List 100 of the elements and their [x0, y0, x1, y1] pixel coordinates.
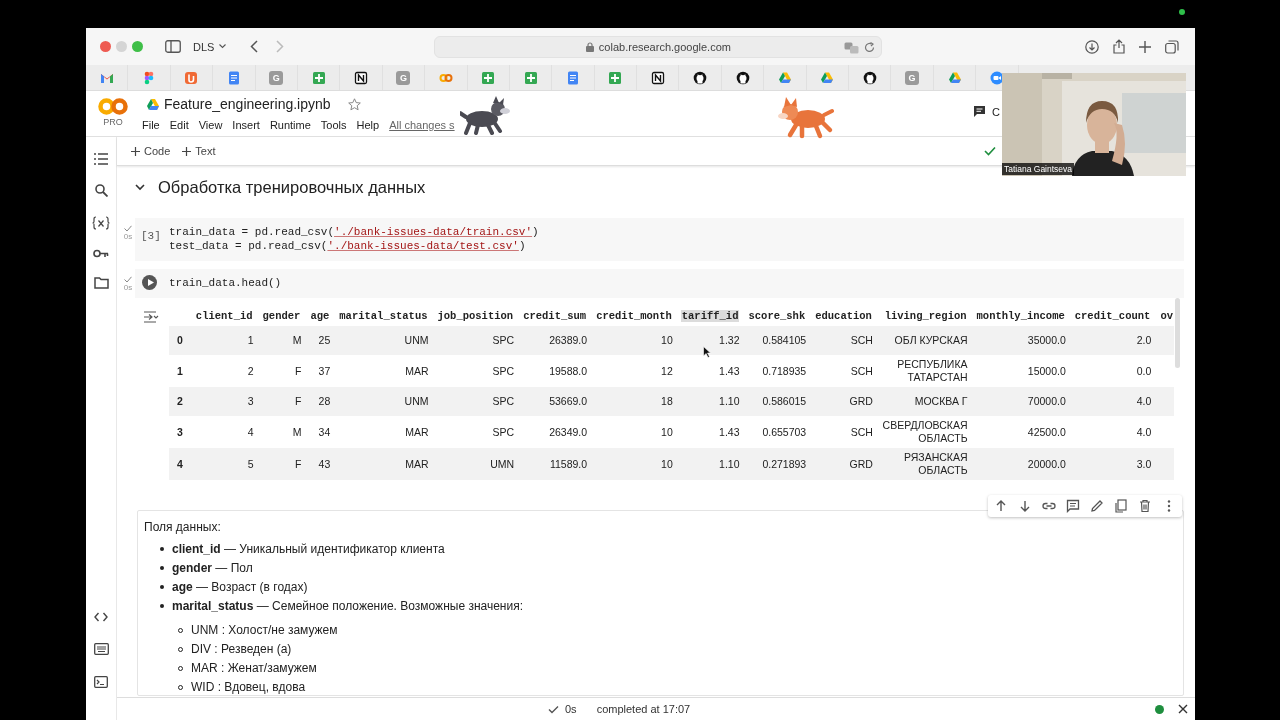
variables-icon[interactable]: [92, 216, 110, 230]
list-item: marital_status — Семейное положение. Возможные значения:: [172, 598, 524, 614]
reload-icon[interactable]: [864, 42, 876, 53]
share-icon[interactable]: [1113, 39, 1125, 54]
address-bar[interactable]: colab.research.google.com: [434, 35, 883, 58]
drive-icon[interactable]: [947, 70, 962, 85]
delete-icon[interactable]: [1138, 499, 1152, 513]
table-cell: SPC: [492, 364, 515, 377]
table-cell: 1.10: [719, 395, 740, 407]
table-cell: SPC: [492, 395, 515, 407]
comment-icon[interactable]: [1066, 499, 1080, 513]
move-down-icon[interactable]: [1018, 499, 1032, 513]
column-header: monthly_income: [975, 310, 1066, 322]
table-cell: 3: [247, 395, 254, 407]
notion-icon[interactable]: [354, 70, 369, 85]
table-cell: 1: [247, 334, 254, 346]
list-item: MAR : Женат/замужем: [191, 660, 317, 676]
spreadsheet-icon[interactable]: [608, 70, 623, 85]
menu-item[interactable]: Help: [351, 117, 385, 133]
back-icon[interactable]: [250, 40, 259, 53]
table-cell: 35000.0: [1027, 334, 1066, 346]
plus-icon: [131, 146, 140, 156]
table-cell: 28: [318, 395, 331, 407]
notebook-title[interactable]: Feature_engineering.ipynb: [164, 96, 331, 112]
column-header: score_shk: [747, 310, 807, 322]
table-cell: 0.586015: [762, 395, 807, 407]
code-icon[interactable]: [94, 612, 108, 622]
comments-button[interactable]: C: [992, 105, 1000, 118]
document-icon[interactable]: [226, 70, 241, 85]
collapse-chevron-icon[interactable]: [135, 182, 145, 192]
add-cell-button[interactable]: Code: [127, 143, 175, 159]
drive-icon[interactable]: [777, 70, 792, 85]
menu-item[interactable]: Insert: [227, 117, 265, 133]
colab-logo-icon[interactable]: [98, 98, 128, 115]
table-cell: 1.43: [719, 364, 740, 377]
move-up-icon[interactable]: [994, 499, 1008, 513]
tabs-overview-icon[interactable]: [1165, 39, 1179, 54]
search-icon[interactable]: [94, 184, 108, 197]
execution-time: 0s: [123, 283, 133, 292]
scrollbar[interactable]: [1175, 298, 1180, 368]
table-cell: 20000.0: [1027, 457, 1066, 470]
drive-icon[interactable]: [147, 98, 159, 110]
document-icon[interactable]: [566, 70, 580, 85]
table-cell: РЯЗАНСКАЯ ОБЛАСТЬ: [903, 451, 968, 476]
download-icon[interactable]: [1085, 39, 1099, 54]
table-cell: 5: [247, 457, 254, 470]
column-header: living_region: [883, 310, 968, 322]
sidebar-icon[interactable]: [165, 40, 181, 53]
notion-icon[interactable]: [650, 70, 665, 85]
terminal-icon[interactable]: [94, 676, 108, 688]
execution-time: 0s: [123, 232, 133, 241]
table-cell: 18: [661, 395, 673, 407]
profile-menu[interactable]: DLS: [190, 38, 230, 55]
menu-item[interactable]: Runtime: [264, 117, 316, 133]
code-line: train_data.head(): [169, 276, 282, 290]
mirror-cell-icon[interactable]: [1114, 499, 1128, 513]
menu-item[interactable]: View: [193, 117, 228, 133]
table-cell: 10: [661, 457, 673, 470]
row-index: 3: [177, 425, 183, 438]
column-header: credit_sum: [522, 310, 588, 322]
section-heading: Обработка тренировочных данных: [158, 177, 426, 197]
table-cell: SPC: [492, 425, 515, 438]
command-palette-icon[interactable]: [93, 643, 109, 655]
code-line: train_data = pd.read_csv('./bank-issues-data/train.csv'): [169, 225, 539, 239]
output-actions-icon[interactable]: [143, 311, 159, 323]
spreadsheet-icon[interactable]: [523, 70, 538, 85]
table-cell: 43: [318, 457, 331, 470]
menu-item[interactable]: Tools: [315, 117, 352, 133]
run-cell-button[interactable]: [142, 275, 157, 290]
pencil-icon[interactable]: [1090, 499, 1104, 513]
star-icon[interactable]: [347, 97, 361, 111]
spreadsheet-icon[interactable]: [311, 70, 326, 85]
table-cell: 0.655703: [762, 425, 807, 438]
key-icon[interactable]: [93, 249, 109, 258]
table-cell: ОБЛ КУРСКАЯ: [894, 334, 968, 346]
status-message: completed at 17:07: [596, 703, 691, 715]
code-cell[interactable]: train_data.head(): [135, 269, 1184, 298]
code-cell[interactable]: [3] train_data = pd.read_csv('./bank-issues-data/train.csv') test_data = pd.read_csv('./bank-issues-data/test.csv'): [135, 218, 1184, 261]
table-cell: 0.718935: [762, 364, 807, 377]
table-cell: SCH: [850, 364, 873, 377]
table-cell: 0.584105: [762, 334, 807, 346]
video-call-icon[interactable]: [989, 70, 1004, 85]
bookmark-icon[interactable]: [184, 70, 199, 85]
new-tab-icon[interactable]: [1139, 40, 1151, 53]
close-window-button[interactable]: [100, 41, 111, 52]
menu-item[interactable]: File: [137, 117, 165, 133]
table-cell: СВЕРДЛОВСКАЯ ОБЛАСТЬ: [882, 419, 968, 444]
table-of-contents-icon[interactable]: [94, 153, 108, 165]
drive-icon[interactable]: [820, 70, 835, 85]
spreadsheet-icon[interactable]: [481, 70, 496, 85]
folder-icon[interactable]: [93, 277, 109, 289]
close-icon[interactable]: [1178, 704, 1188, 714]
menu-item[interactable]: Edit: [164, 117, 194, 133]
table-cell: GRD: [849, 457, 873, 470]
comment-icon[interactable]: [973, 105, 986, 118]
text-cell[interactable]: [137, 510, 1184, 696]
add-cell-button[interactable]: Text: [178, 143, 220, 159]
save-status-link[interactable]: All changes s: [389, 119, 455, 131]
table-cell: 26349.0: [549, 425, 588, 438]
bullet-icon: [160, 604, 164, 608]
